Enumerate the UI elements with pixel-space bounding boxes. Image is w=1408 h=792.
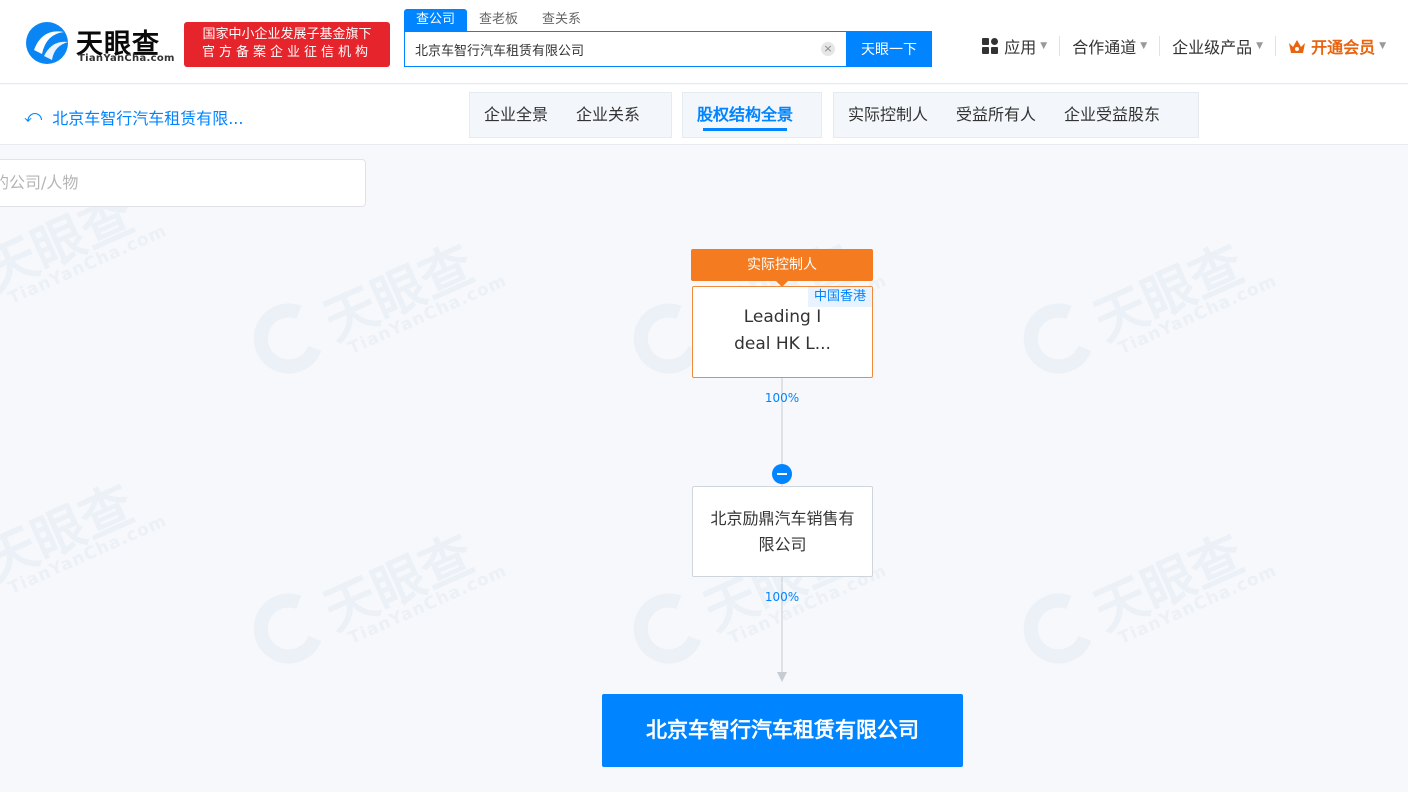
node-controller[interactable]: 中国香港 Leading I deal HK L... (692, 286, 873, 378)
node-name-line: deal HK L... (734, 334, 831, 354)
nav-apps[interactable]: 应用 ▼ (970, 36, 1059, 57)
link-percent: 100% (764, 590, 800, 604)
arrow-down-icon (777, 672, 787, 682)
search-input[interactable] (405, 32, 825, 66)
tab-group-control: 实际控制人 受益所有人 企业受益股东 (833, 92, 1199, 138)
apps-grid-icon (982, 38, 999, 54)
node-middle-company[interactable]: 北京励鼎汽车销售有 限公司 (692, 486, 873, 577)
link-percent: 100% (764, 391, 800, 405)
tab-search-company[interactable]: 查公司 (404, 9, 468, 31)
nav-vip[interactable]: 开通会员 ▼ (1275, 36, 1398, 57)
node-name-line: Leading I (743, 307, 822, 327)
top-header: 天眼查 TianYanCha.com 国家中小企业发展子基金旗下 官方备案企业征… (0, 0, 1408, 84)
company-title: 北京车智行汽车租赁有限... (52, 109, 244, 128)
tab-actual-controller[interactable]: 实际控制人 (834, 93, 942, 137)
logo-name-en: TianYanCha.com (78, 53, 175, 64)
chevron-down-icon: ▼ (1379, 41, 1386, 51)
back-arrow-icon: ⤺ (24, 107, 43, 127)
tab-search-boss[interactable]: 查老板 (467, 9, 530, 31)
tab-group-overview: 企业全景 企业关系 (469, 92, 672, 138)
nav-vip-label: 开通会员 (1311, 38, 1376, 57)
tab-search-relation[interactable]: 查关系 (530, 9, 593, 31)
tab-beneficial-owner[interactable]: 受益所有人 (942, 93, 1050, 137)
gov-badge-line2: 官方备案企业征信机构 (201, 45, 372, 60)
tab-group-equity: 股权结构全景 (682, 92, 822, 138)
nav-partner[interactable]: 合作通道 ▼ (1059, 36, 1159, 57)
tianyancha-logo[interactable]: 天眼查 TianYanCha.com (24, 20, 174, 66)
clear-icon[interactable]: × (821, 42, 835, 56)
chevron-down-icon: ▼ (1040, 41, 1048, 51)
node-target-company[interactable]: 北京车智行汽车租赁有限公司 (602, 694, 963, 767)
node-name-line: 限公司 (758, 535, 807, 554)
tab-beneficiary-shareholder[interactable]: 企业受益股东 (1050, 93, 1174, 137)
search-button[interactable]: 天眼一下 (846, 31, 932, 67)
nav-partner-label: 合作通道 (1072, 38, 1137, 57)
tab-equity-structure[interactable]: 股权结构全景 (683, 93, 807, 137)
nav-apps-label: 应用 (1004, 38, 1037, 57)
search-type-tabs: 查公司 查老板 查关系 (404, 9, 593, 31)
nav-enterprise-label: 企业级产品 (1172, 38, 1253, 57)
equity-graph-canvas[interactable]: 天眼查 TianYanCha.com 天眼查 TianYanCha.com 天眼查 T… (0, 146, 1408, 792)
logo-icon (26, 22, 68, 64)
crown-icon (1289, 39, 1306, 53)
sub-nav-bar: ⤺ 北京车智行汽车租赁有限... 企业全景 企业关系 股权结构全景 实际控制人 … (0, 85, 1408, 145)
top-nav: 应用 ▼ 合作通道 ▼ 企业级产品 ▼ 开通会员 ▼ (970, 36, 1398, 57)
node-name-line: 北京励鼎汽车销售有 (710, 509, 855, 528)
gov-badge-line1: 国家中小企业发展子基金旗下 (202, 27, 372, 42)
tab-enterprise-overview[interactable]: 企业全景 (470, 93, 562, 137)
chevron-down-icon: ▼ (1256, 41, 1264, 51)
nav-enterprise[interactable]: 企业级产品 ▼ (1159, 36, 1275, 57)
tab-enterprise-relations[interactable]: 企业关系 (562, 93, 654, 137)
back-link[interactable]: ⤺ 北京车智行汽车租赁有限... (24, 105, 243, 129)
actual-controller-tag: 实际控制人 (691, 249, 873, 287)
gov-badge: 国家中小企业发展子基金旗下 官方备案企业征信机构 (184, 22, 390, 67)
search-box: × 天眼一下 (404, 31, 932, 67)
collapse-node-button[interactable] (772, 464, 792, 484)
chevron-down-icon: ▼ (1140, 41, 1148, 51)
